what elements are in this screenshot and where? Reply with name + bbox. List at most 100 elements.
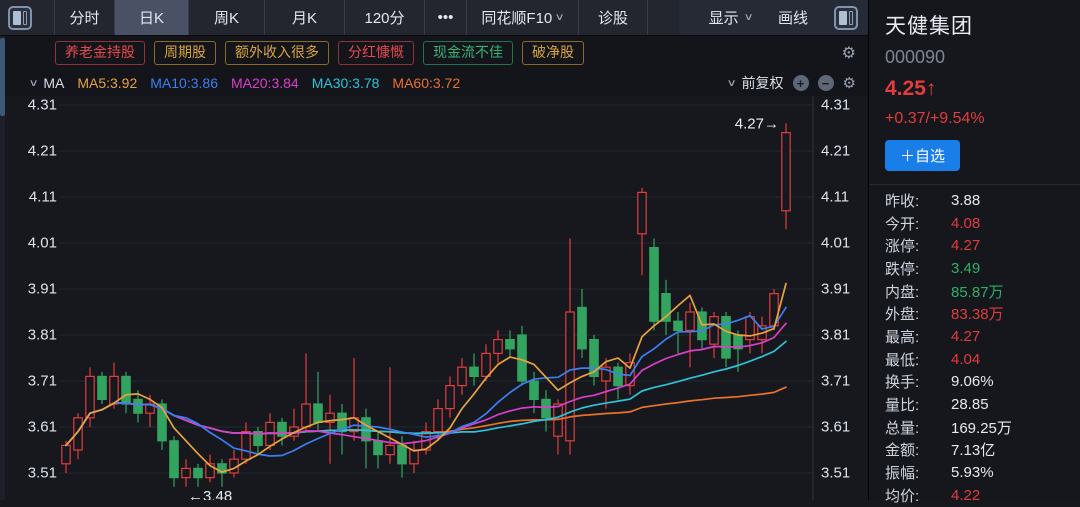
candle-body xyxy=(242,432,250,460)
stat-label: 总量: xyxy=(885,417,951,438)
tab-日K[interactable]: 日K xyxy=(114,0,188,35)
stat-value: 4.27 xyxy=(951,237,980,254)
stock-tag[interactable]: 分红慷慨 xyxy=(338,41,414,65)
ma-row-right-group: ∨ 前复权 + − ⚙ xyxy=(728,73,868,93)
kline-chart[interactable]: 4.27→←3.484.314.314.214.214.114.114.014.… xyxy=(0,96,868,500)
stat-value: 7.13亿 xyxy=(951,439,995,460)
tab-label: 诊股 xyxy=(598,7,628,28)
candle-body xyxy=(134,399,142,413)
candle-body xyxy=(122,376,130,404)
y-axis-label: 3.91 xyxy=(16,282,57,297)
candle-body xyxy=(62,445,70,463)
stat-label: 今开: xyxy=(885,213,951,234)
candle-body xyxy=(518,335,526,381)
stat-row: 昨收:3.88 xyxy=(885,189,1064,212)
stat-label: 金额: xyxy=(885,439,951,460)
panel-icon-bar xyxy=(839,11,847,25)
stat-row: 总量:169.25万 xyxy=(885,416,1064,439)
ma-legend-item: MA20:3.84 xyxy=(231,75,299,91)
candle-body xyxy=(638,192,646,233)
stat-label: 昨收: xyxy=(885,190,951,211)
y-axis-label: 4.31 xyxy=(16,98,57,113)
up-arrow-icon: ↑ xyxy=(926,77,937,100)
candle-body xyxy=(194,468,202,477)
indicator-settings-gear-icon[interactable]: ⚙ xyxy=(843,74,856,92)
candle-body xyxy=(170,441,178,478)
candle-body xyxy=(482,353,490,376)
y-axis-label: 3.71 xyxy=(16,374,57,389)
tab-label: 日K xyxy=(139,7,164,28)
stat-label: 均价: xyxy=(885,485,951,506)
price-change: +0.37/+9.54% xyxy=(885,110,1064,128)
candle-body xyxy=(374,441,382,455)
stat-label: 最高: xyxy=(885,326,951,347)
collapse-right-panel-icon[interactable] xyxy=(834,6,858,30)
left-scrollbar-thumb[interactable] xyxy=(0,38,5,116)
candle-body xyxy=(578,307,586,348)
chevron-down-icon: ∨ xyxy=(29,78,39,89)
zoom-out-icon[interactable]: − xyxy=(818,75,834,91)
panel-icon-outline xyxy=(23,11,27,25)
tab-周K[interactable]: 周K xyxy=(188,0,264,35)
toolbar-right-group: 显示 ∨ 画线 xyxy=(679,0,868,35)
adjust-mode-dropdown[interactable]: ∨ 前复权 xyxy=(728,73,783,93)
stat-row: 最高:4.27 xyxy=(885,325,1064,348)
stat-value: 83.38万 xyxy=(951,303,1004,324)
zoom-in-icon[interactable]: + xyxy=(793,75,809,91)
add-watchlist-button[interactable]: ＋自选 xyxy=(885,140,960,171)
stat-label: 内盘: xyxy=(885,281,951,302)
stat-label: 涨停: xyxy=(885,235,951,256)
stat-row: 内盘:85.87万 xyxy=(885,280,1064,303)
chevron-down-icon: ∨ xyxy=(727,78,737,89)
candle-body xyxy=(674,321,682,330)
stat-row: 换手:9.06% xyxy=(885,371,1064,394)
chevron-down-icon: ∨ xyxy=(743,12,753,23)
stat-row: 振幅:5.93% xyxy=(885,461,1064,484)
left-scrollbar[interactable] xyxy=(0,36,5,500)
ma-collapse[interactable]: ∨ MA xyxy=(30,75,64,91)
panel-icon-outline xyxy=(849,11,853,25)
candle-body xyxy=(302,404,310,427)
display-menu[interactable]: 显示 ∨ xyxy=(709,7,752,28)
stat-row: 外盘:83.38万 xyxy=(885,302,1064,325)
tab-120分[interactable]: 120分 xyxy=(344,0,424,35)
candle-body xyxy=(782,133,790,211)
tab-诊股[interactable]: 诊股 xyxy=(578,0,648,35)
tab-分时[interactable]: 分时 xyxy=(54,0,114,35)
stock-tag[interactable]: 周期股 xyxy=(154,41,216,65)
tab-label: 120分 xyxy=(364,7,404,28)
stock-code: 000090 xyxy=(885,47,1064,68)
collapse-left-panel-icon[interactable] xyxy=(8,6,32,30)
ma-indicator-row: ∨ MA MA5:3.92MA10:3.86MA20:3.84MA30:3.78… xyxy=(0,70,868,96)
stock-tag[interactable]: 额外收入很多 xyxy=(225,41,329,65)
candle-body xyxy=(434,409,442,432)
y-axis-label: 3.91 xyxy=(821,282,850,297)
stat-value: 3.88 xyxy=(951,192,980,209)
period-tabs: 分时 日K 周K月K 120分 ••• 同花顺F10∨ 诊股 xyxy=(54,0,648,35)
tab-•••[interactable]: ••• xyxy=(424,0,466,35)
candle-body xyxy=(98,376,106,399)
draw-label: 画线 xyxy=(778,7,808,28)
y-axis-label: 3.81 xyxy=(16,328,57,343)
stock-tag[interactable]: 养老金持股 xyxy=(55,41,145,65)
stock-tag[interactable]: 现金流不佳 xyxy=(423,41,513,65)
tab-同花顺F10[interactable]: 同花顺F10∨ xyxy=(466,0,578,35)
stat-value: 28.85 xyxy=(951,396,989,413)
y-axis-label: 3.61 xyxy=(821,420,850,435)
ma-legend-item: MA10:3.86 xyxy=(150,75,218,91)
y-axis-label: 3.51 xyxy=(821,466,850,481)
tags-settings-gear-icon[interactable]: ⚙ xyxy=(842,43,856,63)
tab-label: ••• xyxy=(438,9,454,26)
draw-line-button[interactable]: 画线 xyxy=(778,7,808,28)
candle-body xyxy=(470,367,478,376)
candle-body xyxy=(542,399,550,417)
price-value: 4.25 xyxy=(885,77,926,100)
stock-tag[interactable]: 破净股 xyxy=(522,41,584,65)
stat-row: 最低:4.04 xyxy=(885,348,1064,371)
chevron-down-icon: ∨ xyxy=(555,12,565,23)
stat-row: 涨停:4.27 xyxy=(885,234,1064,257)
tab-月K[interactable]: 月K xyxy=(264,0,344,35)
candle-body xyxy=(398,445,406,463)
candle-body xyxy=(446,386,454,409)
left-panel-toggle-wrap xyxy=(0,0,54,35)
